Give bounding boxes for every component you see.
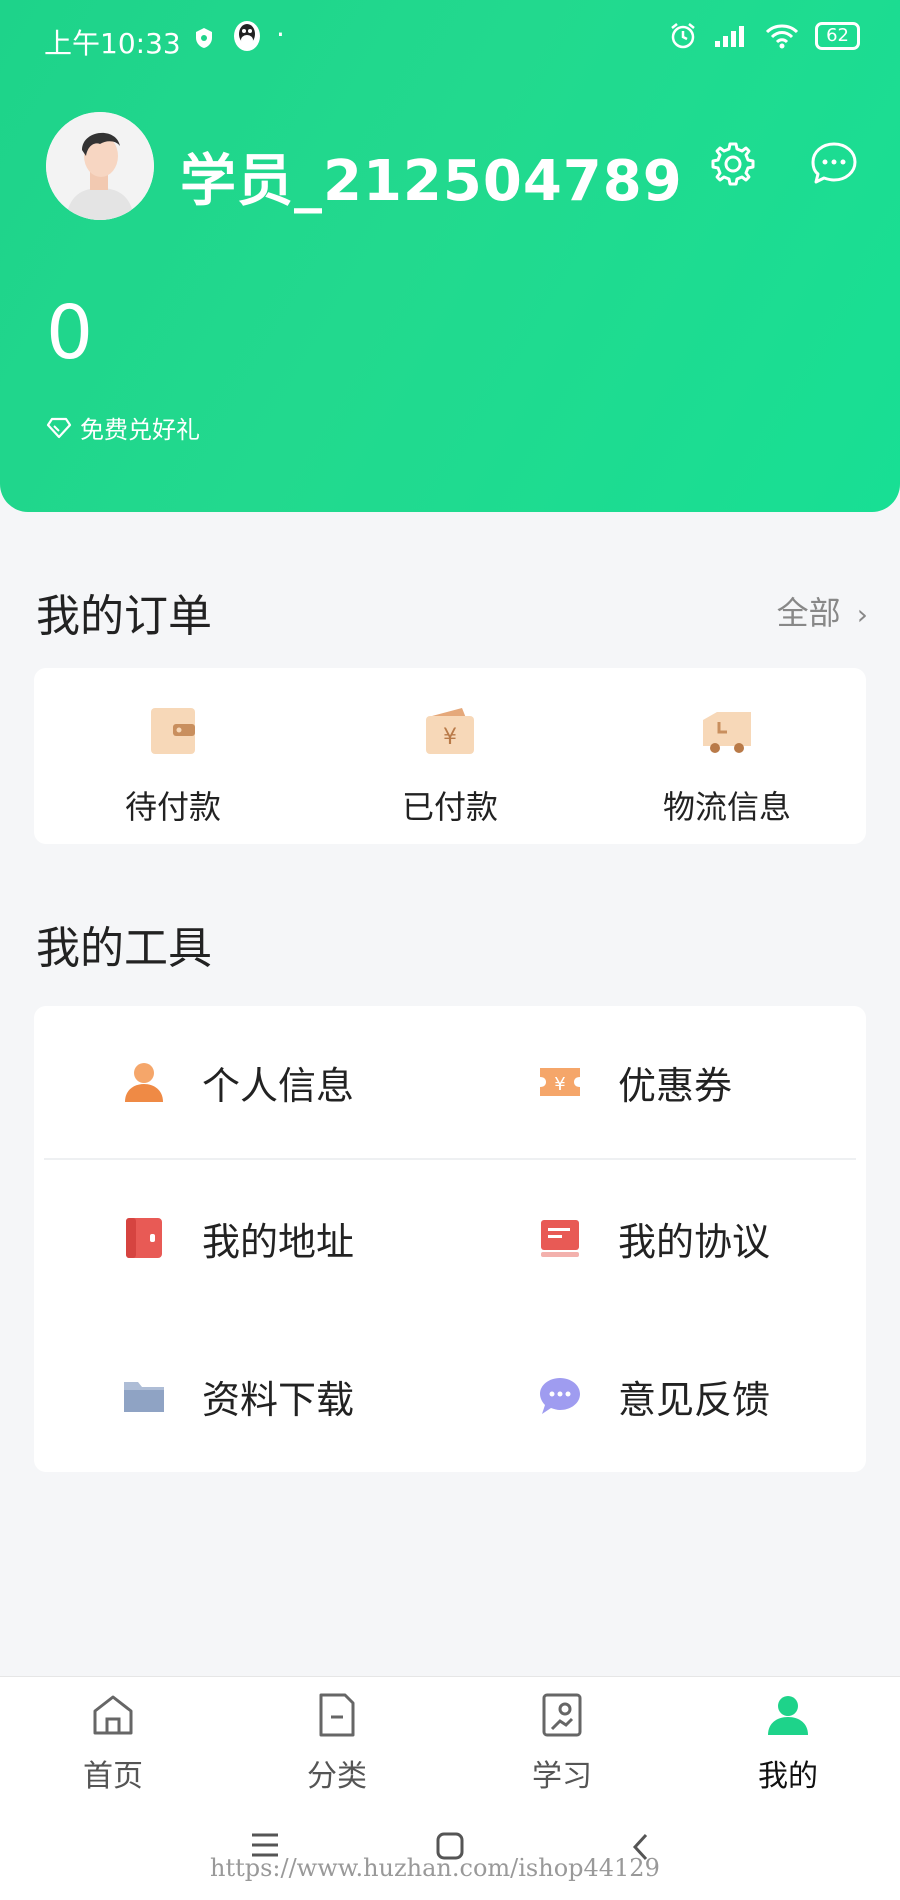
order-item-paid[interactable]: ¥ 已付款 (370, 668, 530, 828)
diamond-icon (46, 417, 72, 438)
chat-bubble-icon[interactable] (808, 138, 860, 190)
tool-my-agreement[interactable]: 我的协议 (538, 1198, 770, 1278)
battery-indicator: 62 (815, 22, 860, 50)
avatar[interactable] (46, 112, 154, 220)
tool-personal-info[interactable]: 个人信息 (122, 1042, 354, 1122)
bottom-tab-bar: 首页 分类 学习 我的 (0, 1676, 900, 1795)
profile-header: 上午10:33 · 62 学员_212504789 0 免费兑好礼 (0, 0, 900, 512)
tool-downloads[interactable]: 资料下载 (122, 1356, 354, 1436)
category-doc-icon (319, 1693, 355, 1737)
order-item-pending-payment[interactable]: 待付款 (93, 668, 253, 828)
tab-label: 学习 (532, 1759, 592, 1794)
alarm-icon (671, 23, 695, 49)
truck-icon (703, 712, 751, 753)
order-item-logistics[interactable]: 物流信息 (647, 668, 807, 828)
divider (44, 1158, 856, 1160)
tab-category[interactable]: 分类 (272, 1691, 402, 1795)
signal-icon (715, 26, 745, 47)
tool-label: 我的协议 (618, 1219, 771, 1264)
tab-study[interactable]: 学习 (497, 1691, 627, 1795)
study-icon (542, 1693, 582, 1737)
watermark: https://www.huzhan.com/ishop44129 (210, 1854, 660, 1882)
redeem-gift-link[interactable]: 免费兑好礼 (46, 410, 200, 445)
yuan-wallet-icon: ¥ (426, 708, 474, 754)
tool-label: 资料下载 (202, 1377, 355, 1422)
view-all-label: 全部 (776, 594, 841, 632)
redeem-label: 免费兑好礼 (80, 416, 200, 444)
avatar-image (46, 112, 154, 220)
orders-section-title: 我的订单 (36, 591, 212, 642)
tool-feedback[interactable]: 意见反馈 (538, 1356, 770, 1436)
order-item-label: 待付款 (124, 788, 221, 826)
home-icon (93, 1695, 133, 1735)
tab-label: 分类 (307, 1759, 367, 1794)
wallet-icon (151, 708, 195, 754)
chevron-right-icon: › (856, 598, 868, 631)
tab-label: 首页 (83, 1759, 143, 1794)
svg-text:¥: ¥ (554, 1074, 565, 1095)
coupon-icon: ¥ (540, 1068, 580, 1096)
dot-indicator-icon: · (276, 18, 285, 51)
status-time: 上午10:33 (44, 27, 181, 60)
tab-label: 我的 (758, 1759, 818, 1794)
svg-text:¥: ¥ (443, 725, 457, 750)
qq-icon (234, 21, 260, 51)
system-nav-bar: https://www.huzhan.com/ishop44129 (0, 1792, 900, 1900)
person-icon (125, 1063, 163, 1102)
wifi-icon (766, 24, 799, 49)
view-all-orders-link[interactable]: 全部 › (777, 588, 868, 634)
gear-icon[interactable] (706, 138, 758, 190)
tab-me[interactable]: 我的 (723, 1691, 853, 1795)
points-value: 0 (46, 290, 94, 376)
address-book-icon (126, 1218, 162, 1258)
tab-home[interactable]: 首页 (48, 1691, 178, 1795)
order-item-label: 已付款 (401, 788, 498, 826)
tool-label: 意见反馈 (618, 1377, 771, 1422)
shield-icon (196, 28, 212, 48)
folder-icon (124, 1382, 164, 1412)
profile-icon (768, 1696, 808, 1735)
order-item-label: 物流信息 (662, 788, 791, 826)
tool-my-address[interactable]: 我的地址 (122, 1198, 354, 1278)
agreement-icon (541, 1220, 579, 1257)
feedback-bubble-icon (540, 1378, 580, 1414)
tool-label: 我的地址 (202, 1219, 355, 1264)
tool-label: 个人信息 (202, 1063, 355, 1108)
username: 学员_212504789 (180, 149, 683, 214)
tool-coupon[interactable]: ¥ 优惠券 (538, 1042, 732, 1122)
tool-label: 优惠券 (618, 1063, 733, 1108)
tools-section-title: 我的工具 (36, 923, 212, 974)
status-bar: 上午10:33 · 62 (44, 18, 860, 60)
